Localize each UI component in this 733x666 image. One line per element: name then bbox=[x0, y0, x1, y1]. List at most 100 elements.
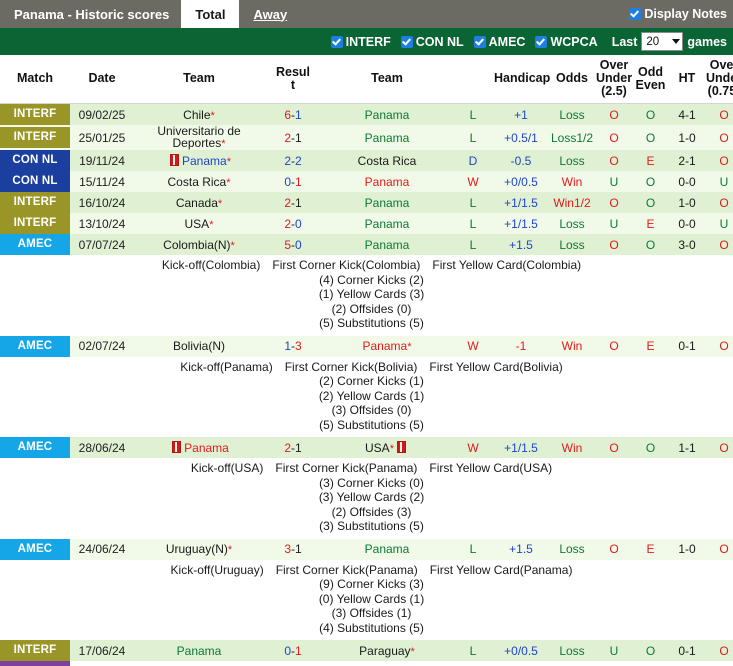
competition-cell[interactable]: AMEC bbox=[0, 437, 70, 458]
col-header-result[interactable]: Resul t bbox=[264, 55, 322, 104]
filter-interf[interactable]: INTERF bbox=[330, 35, 391, 49]
competition-badge[interactable]: AMEC bbox=[0, 234, 70, 255]
away-team-name[interactable]: Costa Rica bbox=[358, 154, 417, 168]
competition-cell[interactable]: AMEC bbox=[0, 335, 70, 357]
table-row[interactable]: INTERF 09/02/25 Chile* 6-1 Panama L +1 Loss O O 4-… bbox=[0, 103, 733, 125]
away-team-cell[interactable]: Panama bbox=[322, 103, 452, 125]
final-score[interactable]: 0-1 bbox=[264, 171, 322, 192]
away-team-cell[interactable]: Panama bbox=[322, 538, 452, 560]
final-score[interactable]: 3-1 bbox=[264, 538, 322, 560]
home-team-name[interactable]: Uruguay(N) bbox=[166, 542, 228, 556]
final-score[interactable]: 2-1 bbox=[264, 125, 322, 150]
competition-cell[interactable]: INTERF bbox=[0, 192, 70, 213]
home-team-name[interactable]: Panama bbox=[182, 154, 227, 168]
col-header-odds[interactable]: Odds bbox=[548, 55, 596, 104]
table-row[interactable]: AMEC 07/07/24 Colombia(N)* 5-0 Panama L +1.5 Lo… bbox=[0, 234, 733, 255]
away-team-name[interactable]: Panama bbox=[365, 238, 410, 252]
home-team-name[interactable]: Colombia(N) bbox=[163, 238, 230, 252]
competition-badge[interactable]: INTERF bbox=[0, 127, 70, 148]
away-team-cell[interactable]: Panama bbox=[322, 125, 452, 150]
col-header-ht[interactable]: HT bbox=[669, 55, 705, 104]
col-header-date[interactable]: Date bbox=[70, 55, 134, 104]
final-score[interactable]: 2-1 bbox=[264, 437, 322, 458]
competition-cell[interactable]: INTERF bbox=[0, 640, 70, 661]
interf-checkbox[interactable] bbox=[330, 35, 343, 48]
home-team-cell[interactable]: Panama* bbox=[134, 150, 264, 171]
home-team-cell[interactable]: Chile* bbox=[134, 103, 264, 125]
away-team-name[interactable]: Panama bbox=[365, 175, 410, 189]
away-team-cell[interactable]: Paraguay* bbox=[322, 640, 452, 661]
home-team-cell[interactable]: Panama bbox=[134, 640, 264, 661]
home-team-name[interactable]: Canada bbox=[176, 196, 218, 210]
home-team-cell[interactable]: Colombia(N)* bbox=[134, 234, 264, 255]
home-team-cell[interactable]: Uruguay(N)* bbox=[134, 538, 264, 560]
final-score[interactable]: 2-1 bbox=[264, 192, 322, 213]
home-team-cell[interactable]: Bolivia(N) bbox=[134, 335, 264, 357]
table-row[interactable]: CON NL 19/11/24 Panama* 2-2 Costa Rica D -0.5 L… bbox=[0, 150, 733, 171]
final-score[interactable]: 2-0 bbox=[264, 213, 322, 234]
competition-badge[interactable]: CON NL bbox=[0, 171, 70, 192]
table-row[interactable]: INTERF 16/10/24 Canada* 2-1 Panama L +1/1.5 Win… bbox=[0, 192, 733, 213]
display-notes-group[interactable]: Display Notes bbox=[629, 0, 733, 28]
display-notes-checkbox[interactable] bbox=[629, 8, 642, 20]
away-team-cell[interactable]: Panama bbox=[322, 192, 452, 213]
home-team-cell[interactable]: Costa Rica* bbox=[134, 171, 264, 192]
competition-cell[interactable]: INTERF bbox=[0, 103, 70, 125]
table-row[interactable]: INTERF 25/01/25 Universitario de Deportes*… bbox=[0, 125, 733, 150]
tab-total[interactable]: Total bbox=[181, 0, 240, 28]
away-team-cell[interactable]: Panama bbox=[322, 171, 452, 192]
col-header-over-under-25[interactable]: Over Under (2.5) bbox=[596, 55, 632, 104]
home-team-cell[interactable]: USA* bbox=[134, 213, 264, 234]
competition-badge[interactable]: INTERF bbox=[0, 640, 70, 661]
home-team-name[interactable]: USA bbox=[185, 217, 210, 231]
col-header-handicap[interactable]: Handicap bbox=[494, 55, 550, 104]
away-team-name[interactable]: Panama bbox=[363, 339, 408, 353]
col-header-match[interactable]: Match bbox=[0, 55, 70, 104]
competition-cell[interactable]: AMEC bbox=[0, 234, 70, 255]
away-team-name[interactable]: Paraguay bbox=[359, 644, 410, 658]
competition-badge[interactable]: INTERF bbox=[0, 213, 70, 234]
away-team-name[interactable]: USA bbox=[365, 441, 390, 455]
competition-cell[interactable]: AMEC bbox=[0, 538, 70, 560]
wcpca-checkbox[interactable] bbox=[535, 35, 548, 48]
home-team-name[interactable]: Panama bbox=[177, 644, 222, 658]
table-row[interactable]: AMEC 24/06/24 Uruguay(N)* 3-1 Panama L +1.5 Los… bbox=[0, 538, 733, 560]
away-team-cell[interactable]: Panama bbox=[322, 234, 452, 255]
tab-away[interactable]: Away bbox=[239, 0, 301, 28]
competition-badge[interactable]: CON NL bbox=[0, 150, 70, 171]
away-team-name[interactable]: Panama bbox=[365, 196, 410, 210]
amec-checkbox[interactable] bbox=[473, 35, 486, 48]
final-score[interactable]: 5-0 bbox=[264, 234, 322, 255]
home-team-name[interactable]: Universitario de Deportes bbox=[157, 124, 240, 150]
table-row[interactable]: AMEC 28/06/24 Panama 2-1 USA* W +1/1.5 Win O O 1-1… bbox=[0, 437, 733, 458]
home-team-cell[interactable]: Canada* bbox=[134, 192, 264, 213]
final-score[interactable]: 1-3 bbox=[264, 335, 322, 357]
table-row[interactable]: INTERF 17/06/24 Panama 0-1 Paraguay* L +0/0.5 L… bbox=[0, 640, 733, 661]
competition-cell[interactable]: INTERF bbox=[0, 125, 70, 150]
away-team-cell[interactable]: Costa Rica bbox=[322, 150, 452, 171]
final-score[interactable]: 6-1 bbox=[264, 103, 322, 125]
col-header-team-right[interactable]: Team bbox=[322, 55, 452, 104]
col-header-odd-even[interactable]: Odd Even bbox=[632, 55, 669, 104]
away-team-cell[interactable]: USA* bbox=[322, 437, 452, 458]
competition-cell[interactable]: CON NL bbox=[0, 171, 70, 192]
competition-cell[interactable]: INTERF bbox=[0, 213, 70, 234]
final-score[interactable]: 2-2 bbox=[264, 150, 322, 171]
competition-cell[interactable]: CON NL bbox=[0, 150, 70, 171]
games-count-select[interactable]: 20 bbox=[641, 32, 684, 51]
away-team-name[interactable]: Panama bbox=[365, 217, 410, 231]
table-row[interactable]: CON NL 15/11/24 Costa Rica* 0-1 Panama W +0/0.… bbox=[0, 171, 733, 192]
away-team-cell[interactable]: Panama bbox=[322, 213, 452, 234]
competition-badge[interactable]: INTERF bbox=[0, 192, 70, 213]
table-row[interactable]: AMEC 02/07/24 Bolivia(N) 1-3 Panama* W -1 Win O E… bbox=[0, 335, 733, 357]
filter-wcpca[interactable]: WCPCA bbox=[535, 35, 598, 49]
home-team-name[interactable]: Bolivia(N) bbox=[173, 339, 225, 353]
final-score[interactable]: 0-1 bbox=[264, 640, 322, 661]
home-team-name[interactable]: Panama bbox=[184, 441, 229, 455]
competition-badge[interactable]: AMEC bbox=[0, 538, 70, 560]
filter-amec[interactable]: AMEC bbox=[473, 35, 525, 49]
away-team-name[interactable]: Panama bbox=[365, 131, 410, 145]
col-header-over-under-075[interactable]: Over Under (0.75) bbox=[705, 55, 733, 104]
away-team-name[interactable]: Panama bbox=[365, 542, 410, 556]
home-team-name[interactable]: Chile bbox=[183, 108, 210, 122]
